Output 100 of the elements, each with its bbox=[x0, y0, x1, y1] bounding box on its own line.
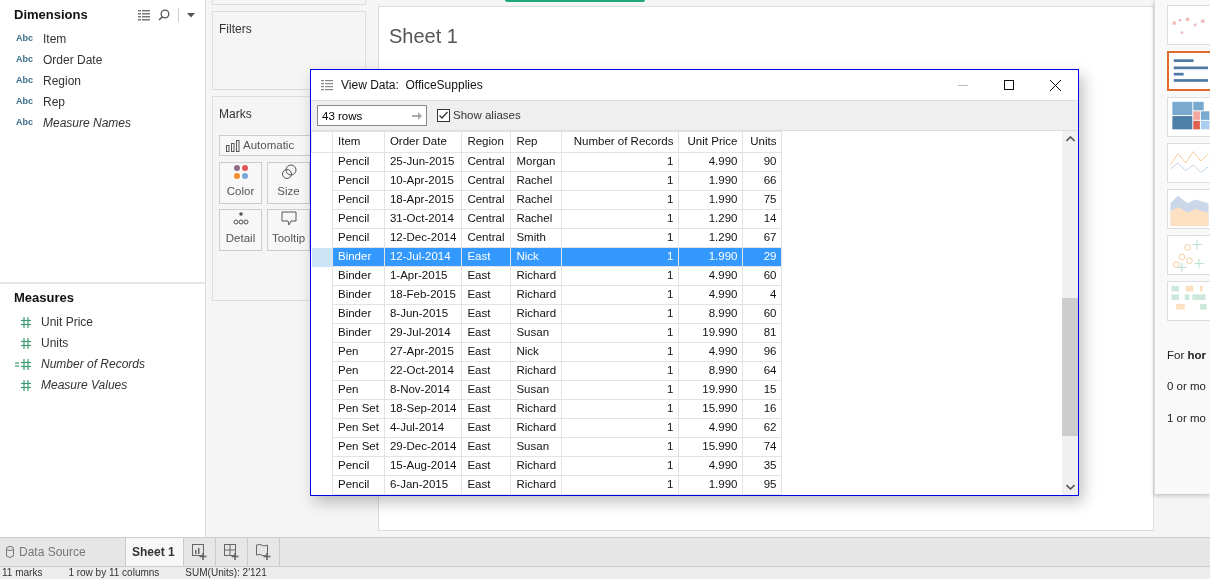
table-cell: East bbox=[461, 323, 511, 343]
calculated-measure-icon bbox=[14, 357, 32, 371]
table-cell: 4.990 bbox=[678, 285, 743, 305]
table-cell: Richard bbox=[510, 418, 562, 438]
field-item[interactable]: Measure Values bbox=[41, 376, 128, 394]
table-cell: 1 bbox=[561, 418, 679, 438]
arrow-right-icon[interactable] bbox=[412, 111, 422, 121]
table-cell: Central bbox=[461, 228, 511, 248]
table-cell: 1 bbox=[561, 266, 679, 286]
minimize-icon bbox=[958, 84, 968, 86]
table-cell: 62 bbox=[742, 418, 782, 438]
column-header[interactable]: Rep bbox=[510, 131, 562, 153]
table-cell: 1 bbox=[561, 323, 679, 343]
new-story-icon bbox=[256, 544, 271, 560]
table-cell: 1 bbox=[561, 399, 679, 419]
section-title: Dimensions bbox=[14, 6, 88, 25]
status-text: SUM(Units): 2'121 bbox=[185, 567, 267, 579]
measure-icon bbox=[21, 316, 31, 328]
table-cell: 4.990 bbox=[678, 152, 743, 172]
table-cell: 1 bbox=[561, 437, 679, 457]
status-text: 1 row by 11 columns bbox=[68, 567, 160, 579]
table-cell: 67 bbox=[742, 228, 782, 248]
field-item[interactable]: Item bbox=[43, 29, 67, 48]
type-label: Abc bbox=[16, 94, 34, 108]
sheet-title: Sheet 1 bbox=[389, 24, 459, 49]
new-worksheet-icon bbox=[192, 544, 207, 560]
table-cell: 22-Oct-2014 bbox=[384, 361, 462, 381]
column-header[interactable]: Units bbox=[742, 131, 782, 153]
type-label: Abc bbox=[16, 31, 34, 45]
caret-down-icon[interactable] bbox=[187, 12, 195, 18]
mark-button[interactable]: Tooltip bbox=[267, 209, 310, 251]
chart-type-thumbnail[interactable] bbox=[1167, 51, 1210, 91]
table-cell: 1 bbox=[561, 171, 679, 191]
table-cell: 1.990 bbox=[678, 475, 743, 495]
table-cell: Central bbox=[461, 152, 511, 172]
mark-button[interactable]: Color bbox=[219, 162, 262, 204]
table-cell: 1.990 bbox=[678, 190, 743, 210]
type-label: Abc bbox=[16, 73, 34, 87]
table-cell: 18-Apr-2015 bbox=[384, 190, 462, 210]
table-cell: 29-Jul-2014 bbox=[384, 323, 462, 343]
table-cell: Pen Set bbox=[332, 418, 385, 438]
list-view-icon[interactable] bbox=[138, 9, 150, 21]
table-cell: 4.990 bbox=[678, 342, 743, 362]
scrollbar[interactable] bbox=[1062, 131, 1078, 495]
table-cell: East bbox=[461, 342, 511, 362]
color-dots-icon bbox=[232, 163, 249, 180]
column-header[interactable]: Order Date bbox=[384, 131, 462, 153]
column-header[interactable]: Region bbox=[461, 131, 511, 153]
column-header[interactable]: Number of Records bbox=[561, 131, 679, 153]
table-cell: 1 bbox=[561, 152, 679, 172]
table-cell: East bbox=[461, 437, 511, 457]
table-cell: Susan bbox=[510, 380, 562, 400]
checkbox[interactable] bbox=[437, 109, 450, 122]
field-item[interactable]: Order Date bbox=[43, 50, 103, 69]
table-cell: East bbox=[461, 456, 511, 476]
table-cell: 4.990 bbox=[678, 418, 743, 438]
table-cell: 35 bbox=[742, 456, 782, 476]
table-cell: Binder bbox=[332, 323, 385, 343]
measure-icon bbox=[21, 379, 31, 391]
field-item[interactable]: Rep bbox=[43, 92, 65, 111]
table-cell: East bbox=[461, 380, 511, 400]
checkbox-label[interactable]: Show aliases bbox=[453, 106, 521, 125]
close-icon bbox=[1049, 79, 1061, 91]
search-icon[interactable] bbox=[158, 9, 170, 21]
table-cell: 1 bbox=[561, 190, 679, 210]
table-cell: 1 bbox=[561, 475, 679, 495]
table-cell: 90 bbox=[742, 152, 782, 172]
table-cell: Richard bbox=[510, 475, 562, 495]
table-cell: 60 bbox=[742, 304, 782, 324]
column-header[interactable]: Unit Price bbox=[678, 131, 743, 153]
speech-bubble-icon bbox=[280, 210, 297, 227]
field-item[interactable]: Measure Names bbox=[43, 113, 132, 132]
table-cell: 12-Dec-2014 bbox=[384, 228, 462, 248]
field-item[interactable]: Region bbox=[43, 71, 82, 90]
field-item[interactable]: Number of Records bbox=[41, 355, 146, 373]
scroll-down-icon[interactable] bbox=[1065, 484, 1075, 490]
field-item[interactable]: Units bbox=[41, 334, 69, 352]
row-header[interactable] bbox=[311, 247, 333, 267]
section-title: Measures bbox=[13, 289, 75, 307]
field-item[interactable]: Unit Price bbox=[41, 313, 93, 331]
table-cell: 64 bbox=[742, 361, 782, 381]
scroll-up-icon[interactable] bbox=[1065, 136, 1075, 142]
scroll-thumb[interactable] bbox=[1062, 298, 1078, 436]
table-cell: 96 bbox=[742, 342, 782, 362]
table-cell: Pencil bbox=[332, 475, 385, 495]
table-cell: Binder bbox=[332, 304, 385, 324]
table-cell: Pencil bbox=[332, 228, 385, 248]
card-title: Filters bbox=[219, 21, 252, 38]
mark-button[interactable]: Size bbox=[267, 162, 310, 204]
column-header[interactable]: Item bbox=[332, 131, 385, 153]
table-cell: Susan bbox=[510, 323, 562, 343]
table-cell: Pencil bbox=[332, 209, 385, 229]
sheet-tab[interactable]: Sheet 1 bbox=[126, 538, 184, 566]
rows-field[interactable]: 43 rows bbox=[317, 105, 427, 126]
table-cell: 15 bbox=[742, 380, 782, 400]
table-cell: Pen Set bbox=[332, 437, 385, 457]
table-cell: Pen Set bbox=[332, 399, 385, 419]
status-text: 11 marks bbox=[2, 567, 43, 579]
table-cell: 1.290 bbox=[678, 228, 743, 248]
mark-button[interactable]: Detail bbox=[219, 209, 262, 251]
